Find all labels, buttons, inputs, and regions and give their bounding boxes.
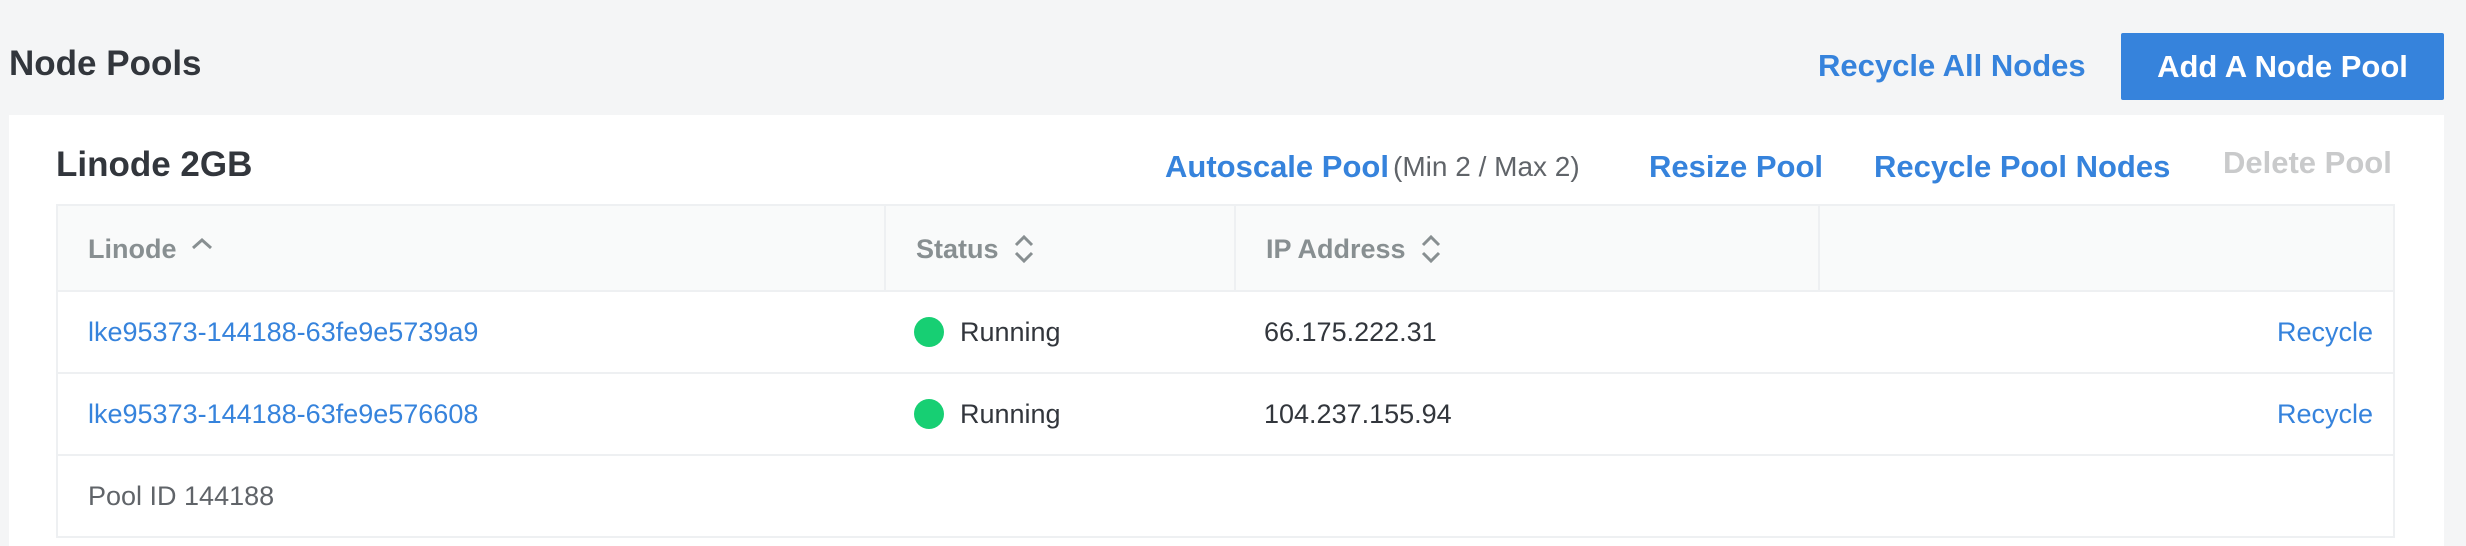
ip-address: 66.175.222.31 <box>1264 316 1437 347</box>
column-label: Status <box>916 233 999 264</box>
autoscale-pool-button[interactable]: Autoscale Pool <box>1165 149 1389 185</box>
table-row: lke95373-144188-63fe9e576608 Running 104… <box>56 374 2395 456</box>
column-header-linode[interactable]: Linode <box>58 206 884 292</box>
column-label: Linode <box>88 233 177 264</box>
sort-icon <box>1421 234 1440 264</box>
table-footer: Pool ID 144188 <box>56 456 2395 538</box>
column-header-actions <box>1818 206 2393 292</box>
status-running-icon <box>914 399 944 429</box>
node-pool-card: Linode 2GB Autoscale Pool (Min 2 / Max 2… <box>9 115 2444 546</box>
linode-link[interactable]: lke95373-144188-63fe9e576608 <box>88 399 478 430</box>
table-header: Linode Status IP Address <box>56 204 2395 292</box>
sort-icon <box>1014 234 1033 264</box>
column-label: IP Address <box>1266 233 1406 264</box>
status-cell: Running <box>914 374 1061 454</box>
pool-id: Pool ID 144188 <box>88 480 275 511</box>
resize-pool-button[interactable]: Resize Pool <box>1649 149 1823 185</box>
status-cell: Running <box>914 292 1061 372</box>
recycle-pool-nodes-button[interactable]: Recycle Pool Nodes <box>1874 149 2170 185</box>
status-text: Running <box>960 316 1061 347</box>
linode-link[interactable]: lke95373-144188-63fe9e5739a9 <box>88 317 478 348</box>
add-node-pool-button[interactable]: Add A Node Pool <box>2121 33 2444 100</box>
table-row: lke95373-144188-63fe9e5739a9 Running 66.… <box>56 292 2395 374</box>
recycle-all-nodes-button[interactable]: Recycle All Nodes <box>1818 48 2086 84</box>
delete-pool-button[interactable]: Delete Pool <box>2223 145 2392 181</box>
column-header-status[interactable]: Status <box>884 206 1234 292</box>
status-running-icon <box>914 317 944 347</box>
autoscale-range: (Min 2 / Max 2) <box>1393 151 1580 182</box>
pool-title: Linode 2GB <box>56 145 253 184</box>
recycle-node-button[interactable]: Recycle <box>2277 399 2373 430</box>
ip-address: 104.237.155.94 <box>1264 398 1452 429</box>
recycle-node-button[interactable]: Recycle <box>2277 317 2373 348</box>
column-header-ip-address[interactable]: IP Address <box>1234 206 1818 292</box>
chevron-up-icon <box>191 237 212 250</box>
node-pools-header: Node Pools Recycle All Nodes Add A Node … <box>0 0 2466 115</box>
status-text: Running <box>960 398 1061 429</box>
page-title: Node Pools <box>9 44 202 83</box>
